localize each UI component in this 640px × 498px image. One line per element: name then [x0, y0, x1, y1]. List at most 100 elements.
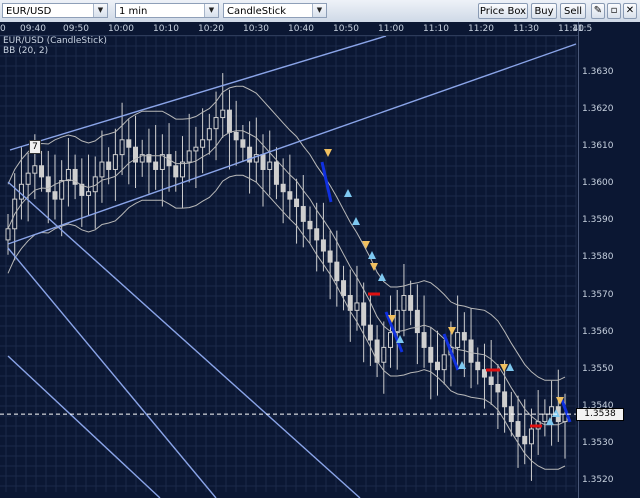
candle-body	[86, 191, 92, 196]
timeframe-select[interactable]: 1 min ▼	[115, 3, 219, 18]
candle-body	[320, 239, 326, 252]
sell-button[interactable]: Sell	[560, 3, 586, 19]
candle-body	[153, 161, 159, 170]
candle-body	[354, 302, 360, 311]
candle-body	[99, 161, 105, 178]
price-tick-label: 1.3590	[582, 215, 614, 226]
candle-body	[341, 280, 347, 297]
candle-body	[5, 228, 11, 241]
chart-area[interactable]: EUR/USD (CandleStick) BB (20, 2) 7 1.353…	[0, 22, 640, 498]
trendline-channel-b	[7, 355, 161, 498]
trendline-lower	[7, 43, 577, 245]
time-tick-label: 0	[0, 24, 6, 34]
candle-body	[273, 161, 279, 185]
price-tick-label: 1.3620	[582, 104, 614, 115]
candle-body	[18, 183, 24, 200]
time-tick-label: 11:10	[423, 24, 449, 34]
candle-body	[394, 309, 400, 334]
price-tick-label: 1.3520	[582, 474, 614, 485]
time-tick-label: 10:10	[153, 24, 179, 34]
candle-body	[334, 261, 340, 282]
candle-body	[25, 172, 31, 185]
time-tick-label: 10:40	[288, 24, 314, 34]
candle-body	[468, 339, 474, 363]
sell-signal-arrow	[448, 327, 456, 335]
candle-body	[65, 168, 71, 182]
sell-signal-arrow	[370, 263, 378, 271]
candle-body	[515, 421, 521, 437]
candle-body	[267, 161, 273, 170]
time-tick-label: 10:30	[243, 24, 269, 34]
candle-body	[260, 154, 266, 170]
candle-body	[488, 376, 494, 385]
time-tick-label: 11:30	[513, 24, 539, 34]
candle-body	[475, 361, 481, 371]
candle-body	[502, 391, 508, 408]
candle-body	[441, 354, 447, 371]
candle-body	[280, 183, 286, 193]
candle-body	[414, 309, 420, 334]
candle-body	[45, 176, 51, 193]
chevron-down-icon[interactable]: ▼	[93, 4, 107, 17]
candle-body	[126, 139, 132, 148]
candle-body	[106, 161, 112, 170]
candle-body	[193, 146, 199, 152]
candle-body	[179, 161, 185, 178]
candle-body	[307, 220, 313, 230]
time-tick-label: 10:00	[108, 24, 134, 34]
time-tick-label: 09:50	[63, 24, 89, 34]
candle-body	[495, 383, 501, 393]
candle-body	[361, 302, 367, 326]
buy-signal-arrow	[378, 273, 386, 281]
candle-body	[401, 295, 407, 311]
candle-body	[408, 295, 414, 311]
price-tick-label: 1.3550	[582, 363, 614, 374]
candle-body	[112, 154, 118, 170]
time-tick-label: 10:20	[198, 24, 224, 34]
price-tick-label: 1.3530	[582, 437, 614, 448]
chevron-down-icon[interactable]: ▼	[204, 4, 218, 17]
price-tick-label: 1.3570	[582, 289, 614, 300]
candle-body	[119, 139, 125, 156]
price-tick-label: 1.3610	[582, 141, 614, 152]
candle-body	[522, 435, 528, 445]
candle-body	[327, 250, 333, 263]
buy-signal-arrow	[344, 189, 352, 197]
candle-body	[186, 150, 192, 163]
time-tick-label: 11:00	[378, 24, 404, 34]
time-tick-label: 11:5	[572, 24, 593, 34]
candle-body	[213, 117, 219, 130]
candle-body	[300, 206, 306, 222]
candle-body	[421, 332, 427, 348]
indicator-label: BB (20, 2)	[3, 46, 49, 56]
dock-icon[interactable]: ▫	[607, 3, 621, 19]
symbol-value: EUR/USD	[6, 6, 52, 17]
candle-body	[287, 191, 293, 200]
candle-body	[542, 413, 548, 423]
chart-style-select[interactable]: CandleStick ▼	[223, 3, 327, 18]
candle-body	[434, 361, 440, 371]
candle-body	[226, 109, 232, 133]
chevron-down-icon[interactable]: ▼	[312, 4, 326, 17]
instrument-label: EUR/USD (CandleStick)	[3, 36, 107, 46]
price-tick-label: 1.3600	[582, 178, 614, 189]
buy-button[interactable]: Buy	[531, 3, 557, 19]
candle-body	[314, 228, 320, 241]
pencil-icon[interactable]: ✎	[591, 3, 605, 19]
price-tick-label: 1.3560	[582, 326, 614, 337]
candle-body	[200, 139, 206, 148]
price-tick-label: 1.3630	[582, 67, 614, 78]
trendline-channel-c	[7, 181, 361, 498]
candle-body	[32, 165, 38, 174]
candle-body	[381, 346, 387, 363]
candle-body	[428, 346, 434, 363]
candle-body	[549, 406, 555, 415]
candle-body	[461, 332, 467, 341]
symbol-select[interactable]: EUR/USD ▼	[2, 3, 108, 18]
sell-label: Sell	[563, 6, 583, 17]
candle-body	[388, 332, 394, 348]
close-icon[interactable]: ✕	[623, 3, 637, 19]
price-box-button[interactable]: Price Box	[478, 3, 528, 19]
candle-body	[206, 128, 212, 141]
price-box-label: Price Box	[479, 6, 527, 17]
